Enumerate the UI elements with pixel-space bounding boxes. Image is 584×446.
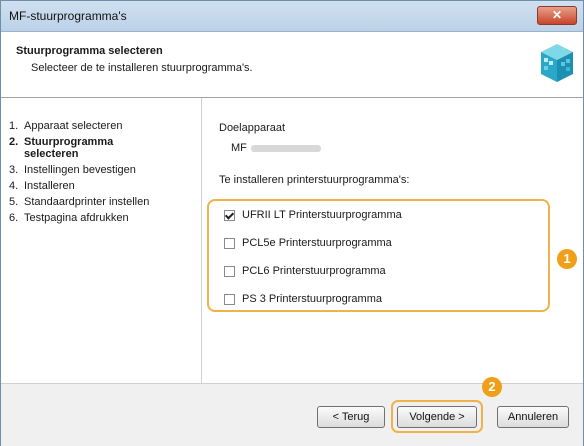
step-number: 5.	[9, 196, 19, 208]
driver-label: UFRII LT Printerstuurprogramma	[242, 209, 402, 221]
step-number: 6.	[9, 212, 19, 224]
steps-list: 1. Apparaat selecteren 2. Stuurprogramma s…	[9, 120, 197, 228]
step-number: 1.	[9, 120, 19, 132]
step-label: Standaardprinter instellen	[24, 196, 150, 208]
target-device-name: MF	[231, 142, 247, 154]
driver-label: PS 3 Printerstuurprogramma	[242, 293, 382, 305]
button-bar: 2 < Terug Volgende > Annuleren	[1, 377, 583, 446]
installer-window: MF-stuurprogramma's ✕ Stuurprogramma sel…	[0, 0, 584, 446]
callout-badge-1: 1	[557, 249, 577, 269]
step-item: 5. Standaardprinter instellen	[9, 196, 197, 208]
driver-label: PCL6 Printerstuurprogramma	[242, 265, 386, 277]
step-label: Apparaat selecteren	[24, 120, 123, 132]
checkbox[interactable]	[224, 265, 235, 277]
title-bar: MF-stuurprogramma's ✕	[1, 1, 583, 32]
driver-option[interactable]: PCL6 Printerstuurprogramma	[224, 265, 386, 277]
target-device-value: MF	[231, 142, 321, 154]
step-item: 4. Installeren	[9, 180, 197, 192]
page-header: Stuurprogramma selecteren Selecteer de t…	[1, 32, 583, 98]
callout-badge-2: 2	[482, 377, 502, 397]
steps-panel: 1. Apparaat selecteren 2. Stuurprogramma s…	[1, 98, 202, 383]
target-device-label: Doelapparaat	[219, 122, 286, 134]
step-number: 3.	[9, 164, 19, 176]
step-item: 6. Testpagina afdrukken	[9, 212, 197, 224]
driver-option[interactable]: PCL5e Printerstuurprogramma	[224, 237, 392, 249]
next-button[interactable]: Volgende >	[397, 406, 477, 428]
step-item: 3. Instellingen bevestigen	[9, 164, 197, 176]
page-subtitle: Selecteer de te installeren stuurprogram…	[31, 62, 253, 74]
step-number: 4.	[9, 180, 19, 192]
main-panel: Doelapparaat MF Te installeren printerst…	[202, 98, 583, 383]
step-number: 2.	[9, 136, 19, 148]
step-label: Instellingen bevestigen	[24, 164, 136, 176]
back-button[interactable]: < Terug	[317, 406, 385, 428]
checkbox-checked[interactable]	[224, 209, 235, 221]
driver-option[interactable]: UFRII LT Printerstuurprogramma	[224, 209, 402, 221]
close-button[interactable]: ✕	[537, 6, 577, 25]
close-icon: ✕	[551, 8, 563, 22]
redacted-model	[250, 144, 321, 152]
driver-option[interactable]: PS 3 Printerstuurprogramma	[224, 293, 382, 305]
drivers-label: Te installeren printerstuurprogramma's:	[219, 174, 410, 186]
window-title: MF-stuurprogramma's	[9, 9, 127, 23]
step-label: Installeren	[24, 180, 75, 192]
driver-label: PCL5e Printerstuurprogramma	[242, 237, 392, 249]
setup-box-icon	[541, 44, 573, 82]
checkbox[interactable]	[224, 293, 235, 305]
cancel-button[interactable]: Annuleren	[497, 406, 569, 428]
step-label: Testpagina afdrukken	[24, 212, 129, 224]
step-label: Stuurprogramma selecteren	[24, 136, 114, 160]
checkbox[interactable]	[224, 237, 235, 249]
step-item: 1. Apparaat selecteren	[9, 120, 197, 132]
page-title: Stuurprogramma selecteren	[16, 45, 163, 57]
step-item-active: 2. Stuurprogramma selecteren	[9, 136, 197, 160]
